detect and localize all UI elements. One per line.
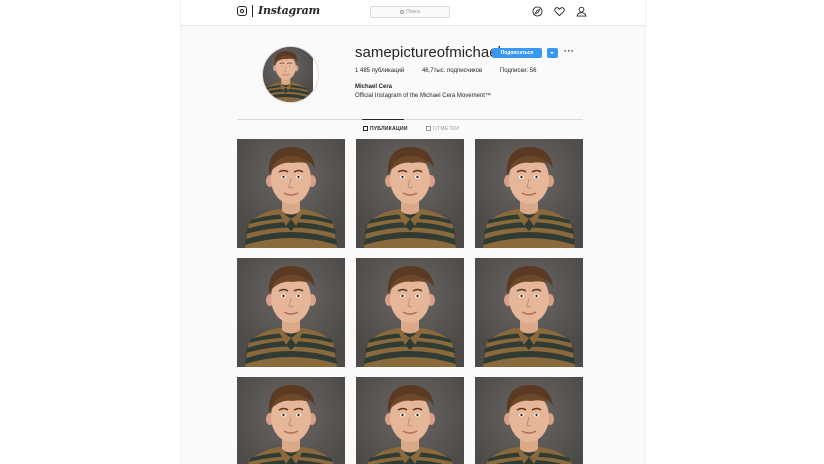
post-thumbnail[interactable] [475,258,583,367]
tab-tagged[interactable]: ОТМЕТКИ [426,126,459,132]
post-thumbnail[interactable] [356,139,464,248]
tab-tagged-label: ОТМЕТКИ [433,126,460,132]
tagged-icon [426,126,431,132]
suggestions-dropdown-button[interactable] [547,48,558,58]
post-thumbnail[interactable] [475,377,583,464]
search-input[interactable]: Поиск [370,6,450,18]
post-thumbnail[interactable] [237,377,345,464]
post-thumbnail[interactable] [237,258,345,367]
active-tab-indicator [362,119,404,120]
user-icon[interactable] [576,6,587,17]
profile-page: Instagram Поиск samepictureofmichaelcera… [180,0,646,464]
post-photo [237,258,345,367]
instagram-glyph-icon[interactable] [237,6,247,16]
followers-count[interactable]: 46,7тыс. подписчиков [422,68,482,74]
tabs-divider [237,119,583,120]
profile-bio: Official Instagram of the Michael Cera M… [355,93,491,99]
following-count[interactable]: Подписки: 56 [500,68,537,74]
post-thumbnail[interactable] [356,377,464,464]
post-photo [356,258,464,367]
post-photo [475,377,583,464]
profile-stats: 1 485 публикаций 46,7тыс. подписчиков По… [355,68,552,74]
post-photo [356,139,464,248]
more-options-icon[interactable]: ··· [564,46,575,56]
tab-posts[interactable]: ПУБЛИКАЦИИ [363,126,408,132]
grid-icon [363,126,368,132]
post-thumbnail[interactable] [475,139,583,248]
heart-icon[interactable] [554,6,565,17]
post-thumbnail[interactable] [356,258,464,367]
tab-posts-label: ПУБЛИКАЦИИ [370,126,408,132]
search-placeholder: Поиск [406,9,420,15]
post-thumbnail[interactable] [237,139,345,248]
profile-avatar[interactable] [262,46,319,103]
search-icon [400,9,405,14]
post-photo [237,139,345,248]
post-photo [237,377,345,464]
compass-icon[interactable] [532,6,543,17]
posts-count: 1 485 публикаций [355,68,405,74]
instagram-wordmark[interactable]: Instagram [258,4,320,17]
follow-button[interactable]: Подписаться [492,48,542,58]
post-photo [475,258,583,367]
profile-full-name: Michael Cera [355,84,393,90]
avatar-photo [263,47,318,102]
top-nav: Instagram Поиск [181,0,645,26]
post-photo [475,139,583,248]
nav-divider [252,5,253,17]
post-photo [356,377,464,464]
